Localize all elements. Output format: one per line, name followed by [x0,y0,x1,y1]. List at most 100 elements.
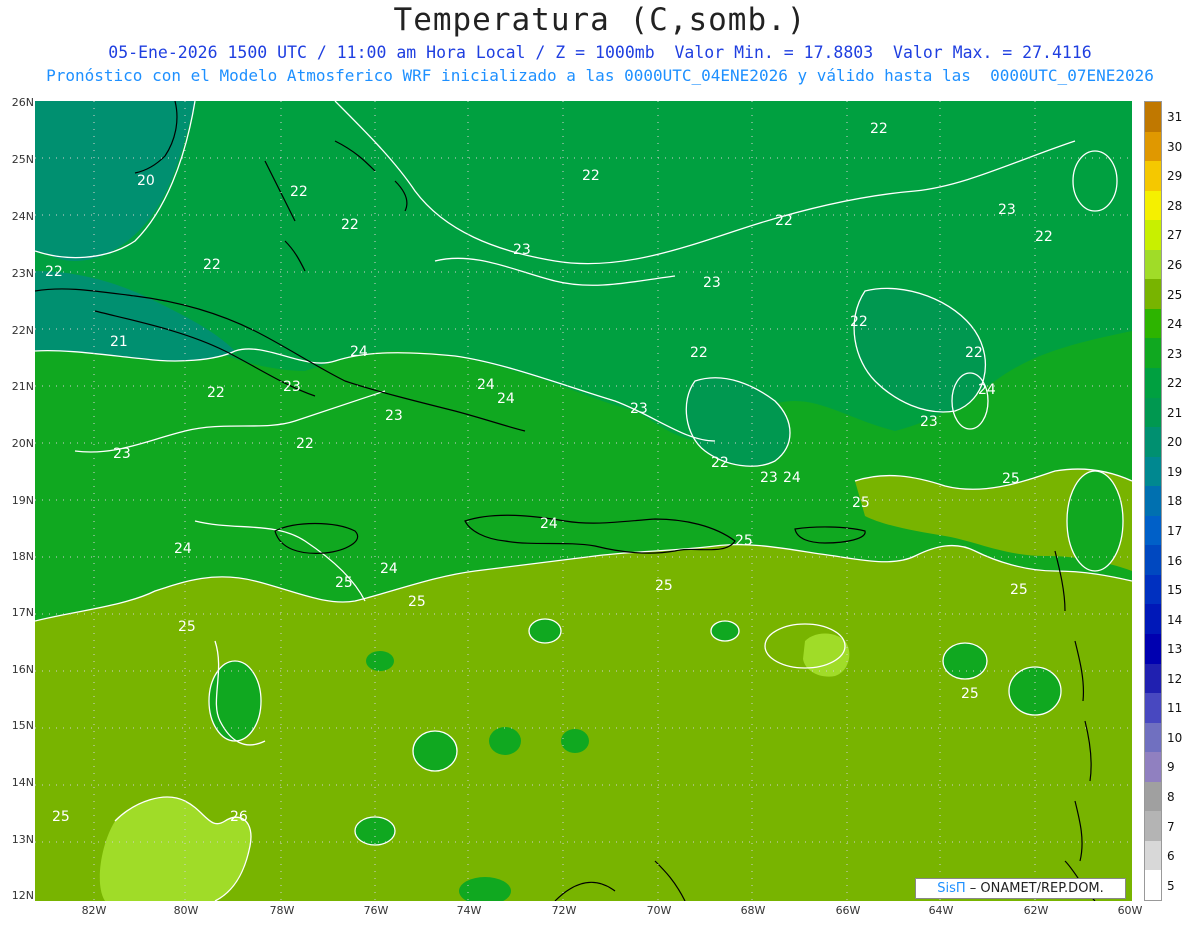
cool-blob [489,727,521,755]
colorbar-swatch [1145,663,1161,694]
colorbar-label: 19 [1167,464,1183,479]
lat-label: 19N [11,494,34,507]
contour-label: 23 [513,242,531,258]
colorbar-swatch [1145,161,1161,192]
colorbar-swatch [1145,190,1161,221]
colorbar-label: 22 [1167,376,1183,391]
colorbar-label: 29 [1167,169,1183,184]
lat-label: 23N [11,267,34,280]
colorbar-swatch [1145,220,1161,251]
lat-label: 24N [11,210,34,223]
contour-label: 23 [998,202,1016,218]
colorbar-label: 18 [1167,494,1183,509]
contour-label: 25 [1010,582,1028,598]
map-canvas: 22 20 22 22 22 22 22 21 22 23 22 23 22 2… [35,101,1132,901]
contour-label: 23 [283,379,301,395]
colorbar-label: 11 [1167,701,1183,716]
contour-label: 22 [870,121,888,137]
colorbar-swatch [1145,634,1161,665]
colorbar-label: 17 [1167,524,1183,539]
organization-text: – ONAMET/REP.DOM. [965,881,1104,896]
lat-label: 26N [11,96,34,109]
lat-label: 21N [11,380,34,393]
lat-label: 12N [11,889,34,902]
lat-label: 13N [11,833,34,846]
colorbar-label: 8 [1167,790,1175,805]
lon-label: 74W [456,904,482,917]
colorbar-swatch [1145,308,1161,339]
colorbar-swatch [1145,604,1161,635]
contour-label: 25 [335,575,353,591]
contour-label: 22 [341,217,359,233]
colorbar-label: 27 [1167,228,1183,243]
contour-label: 22 [207,385,225,401]
contour-label: 25 [408,594,426,610]
colorbar-swatch [1145,752,1161,783]
contour-label: 24 [350,344,368,360]
credit-badge: SisΠ – ONAMET/REP.DOM. [915,878,1126,899]
colorbar-swatch [1145,486,1161,517]
colorbar-swatch [1145,249,1161,280]
colorbar-label: 6 [1167,849,1175,864]
colorbar-label: 13 [1167,642,1183,657]
contour-label: 25 [1002,471,1020,487]
lat-label: 22N [11,324,34,337]
colorbar-label: 25 [1167,287,1183,302]
contour-label: 25 [961,686,979,702]
colorbar-label: 26 [1167,258,1183,273]
colorbar-swatch [1145,102,1161,133]
lon-label: 82W [81,904,107,917]
contour-label: 23 [760,470,778,486]
contour-label: 22 [1035,229,1053,245]
contour-label: 24 [540,516,558,532]
colorbar-label: 24 [1167,317,1183,332]
lon-label: 68W [740,904,766,917]
contour-label: 23 [703,275,721,291]
contour-label: 22 [690,345,708,361]
colorbar-label: 30 [1167,139,1183,154]
colorbar-label: 9 [1167,760,1175,775]
colorbar-swatch [1145,515,1161,546]
contour-label: 23 [630,401,648,417]
contour-label: 24 [174,541,192,557]
colorbar-swatch [1145,397,1161,428]
colorbar-swatch [1145,781,1161,812]
contour-label: 22 [775,213,793,229]
contour-label: 24 [477,377,495,393]
colorbar-label: 23 [1167,346,1183,361]
colorbar-swatch [1145,722,1161,753]
contour-label: 24 [380,561,398,577]
colorbar-label: 14 [1167,612,1183,627]
colorbar-swatch [1145,693,1161,724]
colorbar-swatch [1145,811,1161,842]
colorbar-label: 7 [1167,819,1175,834]
colorbar-label: 16 [1167,553,1183,568]
colorbar-label: 21 [1167,405,1183,420]
colorbar-swatch [1145,840,1161,871]
colorbar-label: 5 [1167,878,1175,893]
lat-label: 18N [11,550,34,563]
colorbar-label: 15 [1167,583,1183,598]
colorbar-label: 28 [1167,198,1183,213]
lon-label: 76W [363,904,389,917]
contour-label: 22 [582,168,600,184]
lon-label: 62W [1023,904,1049,917]
contour-label: 22 [203,257,221,273]
contour-label: 22 [45,264,63,280]
contour-label: 25 [655,578,673,594]
contour-label: 23 [920,414,938,430]
contour-label: 24 [497,391,515,407]
lat-label: 20N [11,437,34,450]
contour-label: 25 [178,619,196,635]
lat-label: 15N [11,719,34,732]
lon-label: 78W [269,904,295,917]
colorbar-label: 20 [1167,435,1183,450]
lon-label: 70W [646,904,672,917]
cool-blob [366,651,394,671]
lon-label: 72W [551,904,577,917]
lat-label: 16N [11,663,34,676]
map-title: Temperatura (C,somb.) [393,2,807,38]
map-subtitle-model: Pronóstico con el Modelo Atmosferico WRF… [46,66,1154,85]
lon-label: 60W [1117,904,1143,917]
contour-label: 21 [110,334,128,350]
